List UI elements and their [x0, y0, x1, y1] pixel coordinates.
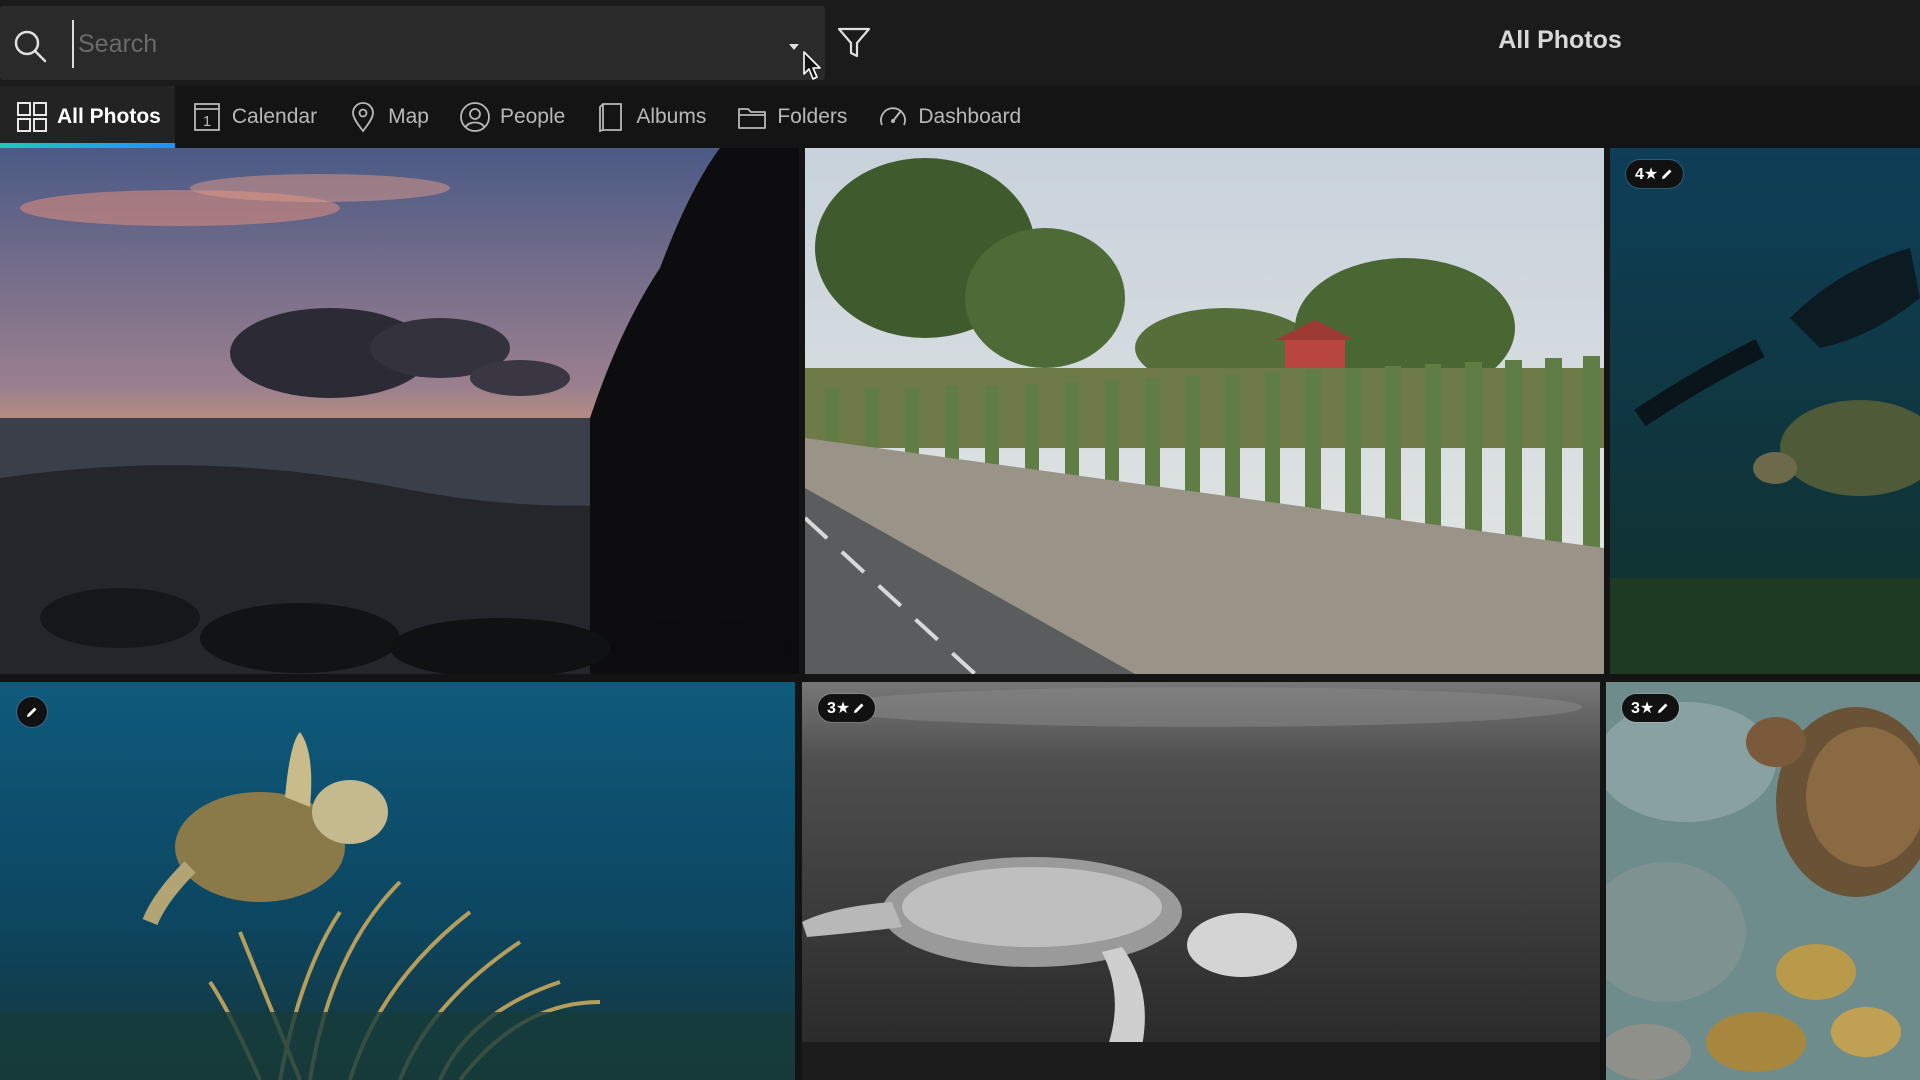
person-icon: [460, 102, 490, 132]
rating-value: 3★: [827, 700, 851, 717]
rating-value: 3★: [1631, 700, 1655, 717]
edited-badge: [17, 697, 47, 727]
tab-map[interactable]: Map: [331, 86, 443, 148]
tab-albums[interactable]: Albums: [579, 86, 720, 148]
search-bar[interactable]: [0, 6, 825, 80]
calendar-icon: 1: [193, 103, 220, 131]
rating-badge: 3★: [1622, 694, 1680, 722]
tab-label: Folders: [777, 105, 848, 128]
top-bar: All Photos: [0, 0, 1920, 86]
tab-label: People: [499, 105, 566, 128]
view-tabs: All Photos 1 Calendar Map People Albums: [0, 86, 1920, 148]
tab-all-photos[interactable]: All Photos: [0, 86, 175, 148]
photo-cactus-fence[interactable]: [805, 148, 1604, 674]
search-options-dropdown-icon[interactable]: [789, 44, 799, 50]
rating-badge: 3★: [818, 694, 876, 722]
tab-label: Calendar: [231, 105, 318, 128]
map-pin-icon: [352, 102, 374, 133]
photo-reef-turtle[interactable]: 3★: [1606, 682, 1920, 1080]
photo-image: [1610, 148, 1920, 674]
photo-turtle-seagrass[interactable]: [0, 682, 795, 1080]
rating-value: 4★: [1635, 166, 1659, 183]
search-icon[interactable]: [12, 28, 48, 64]
folder-icon: [738, 108, 767, 129]
tab-people[interactable]: People: [443, 86, 579, 148]
page-title: All Photos: [1498, 26, 1622, 54]
photo-image: [1606, 682, 1920, 1080]
calendar-day: 1: [203, 113, 211, 130]
tab-label: All Photos: [57, 105, 161, 128]
tab-label: Map: [388, 105, 429, 128]
edited-pencil-icon: [27, 707, 37, 717]
search-input[interactable]: [72, 20, 770, 68]
mouse-cursor-icon: [803, 51, 821, 80]
rating-badge: 4★: [1626, 160, 1684, 188]
photo-bw-turtle[interactable]: 3★: [802, 682, 1600, 1080]
tab-label: Dashboard: [918, 105, 1022, 128]
tab-dashboard[interactable]: Dashboard: [861, 86, 1035, 148]
grid-icon: [17, 102, 47, 132]
tab-label: Albums: [636, 105, 707, 128]
photo-diver-turtle[interactable]: 4★: [1610, 148, 1920, 674]
tab-folders[interactable]: Folders: [720, 86, 861, 148]
edited-pencil-icon: [1662, 169, 1672, 179]
tab-calendar[interactable]: 1 Calendar: [175, 86, 331, 148]
photo-image: [802, 682, 1600, 1080]
edited-pencil-icon: [854, 703, 864, 713]
album-icon: [599, 103, 623, 133]
photo-sunset-coast[interactable]: [0, 148, 799, 674]
filter-icon[interactable]: [835, 24, 873, 62]
edited-pencil-icon: [1658, 703, 1668, 713]
photo-image: [0, 682, 795, 1080]
gauge-icon: [880, 107, 907, 126]
photo-image: [805, 148, 1604, 674]
photo-image: [0, 148, 799, 674]
